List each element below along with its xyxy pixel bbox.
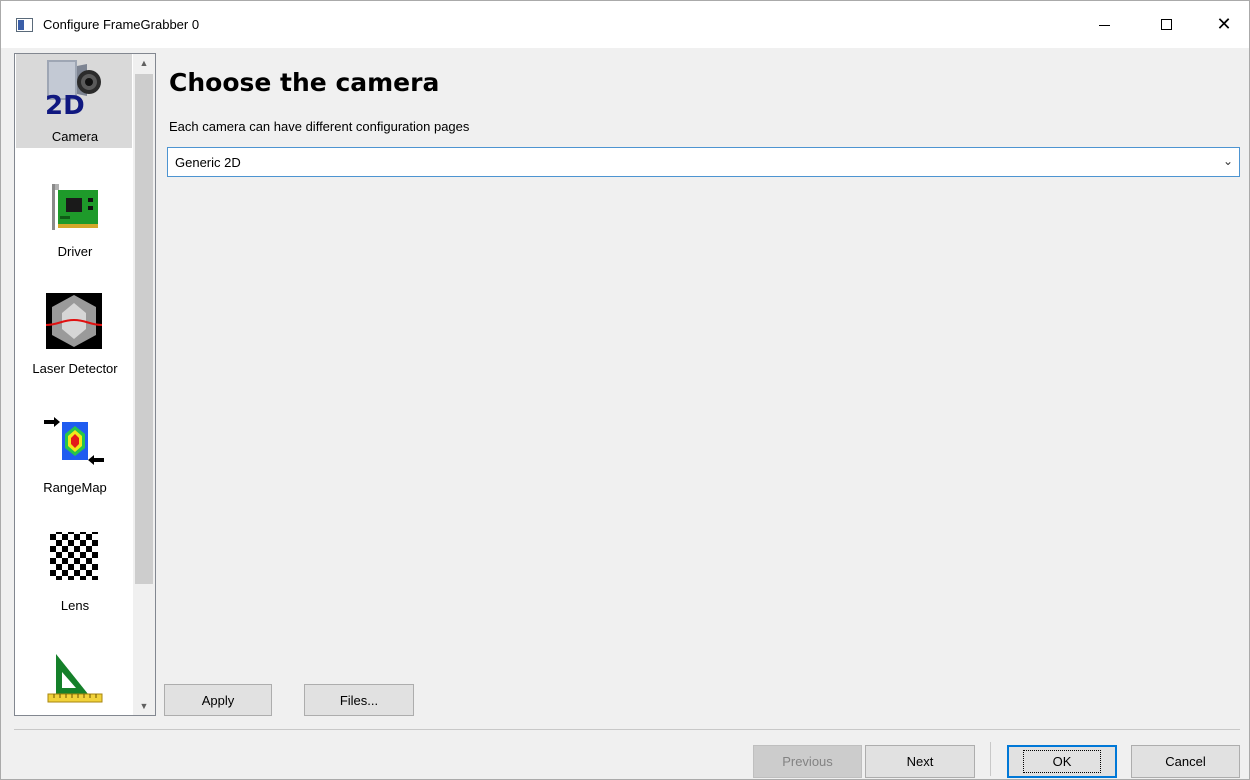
camera-2d-icon: 2D — [45, 60, 101, 116]
title-bar[interactable]: Configure FrameGrabber 0 ✕ — [1, 1, 1249, 48]
apply-button[interactable]: Apply — [164, 684, 272, 716]
page-title: Choose the camera — [169, 68, 440, 97]
chevron-down-icon: ▼ — [139, 701, 149, 711]
rangemap-icon — [44, 417, 104, 465]
previous-button[interactable]: Previous — [753, 745, 862, 778]
footer-divider — [14, 729, 1240, 730]
ok-button-label: OK — [1022, 750, 1102, 773]
maximize-button[interactable] — [1143, 1, 1189, 48]
sidebar-item-label: Laser Detector — [32, 361, 118, 376]
next-button-label: Next — [906, 754, 934, 769]
chevron-down-icon: ⌄ — [1222, 154, 1233, 168]
files-button[interactable]: Files... — [304, 684, 414, 716]
maximize-icon — [1160, 19, 1172, 30]
sidebar-item-calibration[interactable] — [16, 644, 132, 715]
app-window-icon — [16, 18, 33, 32]
ok-button[interactable]: OK — [1007, 745, 1117, 778]
page-description: Each camera can have different configura… — [169, 119, 470, 134]
scroll-up-button[interactable]: ▲ — [133, 54, 155, 72]
minimize-button[interactable] — [1081, 1, 1127, 48]
footer-button-separator — [990, 742, 991, 776]
svg-text:2D: 2D — [45, 91, 85, 116]
camera-type-value: Generic 2D — [175, 155, 241, 170]
window-title: Configure FrameGrabber 0 — [43, 17, 200, 32]
driver-card-icon — [52, 184, 98, 230]
next-button[interactable]: Next — [865, 745, 975, 778]
sidebar-item-laser-detector[interactable]: Laser Detector — [16, 290, 132, 384]
sidebar-item-label: Camera — [51, 129, 99, 144]
camera-type-select[interactable]: Generic 2D ⌄ — [167, 147, 1240, 177]
scroll-thumb[interactable] — [135, 74, 153, 584]
cancel-button[interactable]: Cancel — [1131, 745, 1240, 778]
laser-detector-icon — [45, 293, 103, 349]
minimize-icon — [1098, 25, 1110, 26]
files-button-label: Files... — [339, 692, 379, 708]
sidebar-item-lens[interactable]: Lens — [16, 526, 132, 620]
close-icon: ✕ — [1216, 13, 1232, 35]
sidebar-item-camera[interactable]: 2D Camera — [16, 54, 132, 148]
scroll-down-button[interactable]: ▼ — [133, 697, 155, 715]
sidebar-item-label: Lens — [60, 598, 90, 613]
sidebar-item-rangemap[interactable]: RangeMap — [16, 408, 132, 502]
cancel-button-label: Cancel — [1165, 754, 1206, 769]
lens-checkerboard-icon — [50, 532, 98, 580]
calibration-ruler-icon — [47, 654, 103, 703]
config-page-list: 2D Camera Driver Laser Detector RangeMap… — [14, 53, 156, 716]
apply-button-label: Apply — [201, 692, 235, 708]
sidebar-item-driver[interactable]: Driver — [16, 172, 132, 266]
chevron-up-icon: ▲ — [139, 58, 149, 68]
close-button[interactable]: ✕ — [1201, 1, 1247, 48]
configure-dialog: Configure FrameGrabber 0 ✕ 2D Camera Dri… — [0, 0, 1250, 780]
sidebar-item-label: RangeMap — [43, 480, 107, 495]
sidebar-item-label: Driver — [57, 244, 93, 259]
sidebar-scrollbar[interactable]: ▲ ▼ — [133, 54, 155, 715]
previous-button-label: Previous — [782, 754, 833, 769]
